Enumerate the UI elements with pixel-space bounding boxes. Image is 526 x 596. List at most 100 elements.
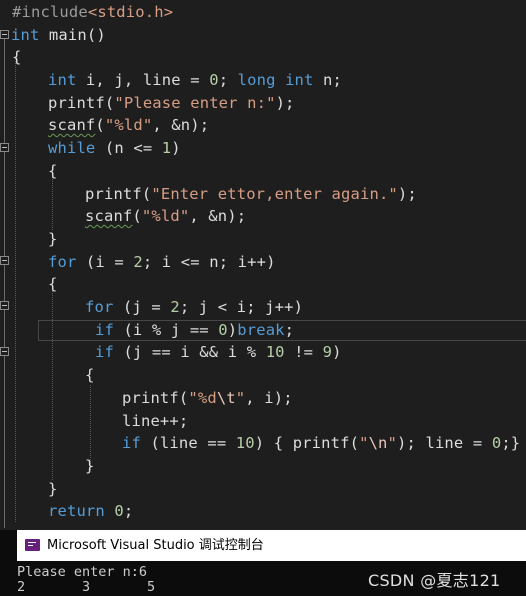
- code-token: ; j < i; j++): [179, 298, 304, 316]
- indent-guide: [52, 285, 53, 480]
- code-token: 10: [235, 434, 255, 452]
- code-token: 0: [491, 434, 502, 452]
- code-token: 10: [265, 343, 285, 361]
- code-token: }: [85, 457, 95, 475]
- code-line[interactable]: printf("Please enter n:");: [48, 92, 295, 114]
- code-line[interactable]: }: [48, 228, 57, 250]
- code-token: (n <=: [95, 139, 162, 157]
- code-token: "Please enter n:": [114, 94, 276, 112]
- code-token: while: [48, 139, 96, 157]
- console-titlebar[interactable]: Microsoft Visual Studio 调试控制台: [17, 530, 526, 561]
- code-editor[interactable]: #include<stdio.h> int main() { int i, j,…: [0, 0, 526, 530]
- fold-toggle-if[interactable]: [0, 347, 9, 356]
- code-token: if: [122, 434, 141, 452]
- code-line[interactable]: int main(): [11, 24, 106, 46]
- code-token: int: [48, 71, 77, 89]
- code-line[interactable]: for (i = 2; i <= n; i++): [48, 251, 276, 273]
- code-line[interactable]: while (n <= 1): [48, 137, 181, 159]
- code-token: ": [359, 434, 369, 452]
- code-token: int: [285, 71, 314, 89]
- code-token: }: [48, 480, 58, 498]
- outline-rail: [4, 38, 5, 528]
- code-line[interactable]: #include<stdio.h>: [12, 1, 173, 23]
- code-token: ;: [218, 71, 238, 89]
- code-line[interactable]: {: [48, 273, 57, 295]
- code-line[interactable]: }: [85, 455, 94, 477]
- code-line[interactable]: printf("%d\t", i);: [122, 387, 293, 409]
- code-token: , &n);: [152, 116, 210, 134]
- code-token: (: [95, 116, 105, 134]
- code-token: {: [48, 275, 58, 293]
- code-token: ;: [123, 502, 134, 520]
- code-token: #include: [12, 3, 88, 21]
- code-token: (i =: [76, 253, 134, 271]
- fold-toggle-while[interactable]: [0, 143, 9, 152]
- console-app-icon: [25, 539, 40, 551]
- code-line[interactable]: line++;: [122, 410, 188, 432]
- code-token: 1: [161, 139, 172, 157]
- code-token: scanf: [48, 116, 96, 134]
- code-line[interactable]: return 0;: [48, 500, 133, 522]
- code-token: {: [48, 162, 58, 180]
- code-token: if: [95, 343, 114, 361]
- code-token: (j == i && i %: [113, 343, 266, 361]
- code-token: "%ld": [104, 116, 153, 134]
- code-token: ): [171, 139, 181, 157]
- code-line[interactable]: int i, j, line = 0; long int n;: [48, 69, 342, 91]
- indent-guide: [15, 58, 16, 522]
- code-token: break: [237, 321, 285, 339]
- code-token: 2: [170, 298, 180, 316]
- fold-toggle-for-inner[interactable]: [0, 301, 9, 310]
- code-line[interactable]: scanf("%ld", &n);: [85, 205, 246, 227]
- code-token: ;: [284, 321, 295, 339]
- code-token: ": [387, 434, 398, 452]
- code-token: ; i <= n; i++): [142, 253, 276, 271]
- code-line[interactable]: {: [12, 46, 21, 68]
- code-token: ); line =: [397, 434, 492, 452]
- code-line[interactable]: printf("Enter ettor,enter again.");: [85, 183, 417, 205]
- code-line[interactable]: {: [85, 364, 94, 386]
- code-token: n;: [313, 71, 342, 89]
- code-token: \t: [216, 389, 236, 407]
- code-token: 2: [133, 253, 143, 271]
- code-token: <stdio.h>: [87, 3, 174, 21]
- console-output-line: 2 3 5: [17, 579, 156, 595]
- fold-toggle-for-outer[interactable]: [0, 256, 9, 265]
- code-token: line++;: [122, 412, 189, 430]
- code-token: , &n);: [189, 207, 247, 225]
- code-token: {: [12, 48, 22, 66]
- code-token: "%d: [188, 389, 217, 407]
- fold-toggle-main[interactable]: [0, 30, 9, 39]
- code-token: "%ld": [141, 207, 190, 225]
- code-token: !=: [284, 343, 323, 361]
- code-token: int: [11, 26, 40, 44]
- code-line[interactable]: }: [48, 478, 57, 500]
- code-line[interactable]: if (j == i && i % 10 != 9): [95, 341, 342, 363]
- code-token: i, j, line =: [76, 71, 210, 89]
- code-token: long: [237, 71, 276, 89]
- code-token: ) { printf(: [254, 434, 360, 452]
- code-token: }: [48, 230, 58, 248]
- code-line[interactable]: for (j = 2; j < i; j++): [85, 296, 303, 318]
- code-token: {: [85, 366, 95, 384]
- console-title: Microsoft Visual Studio 调试控制台: [47, 538, 264, 553]
- code-token: printf(: [85, 185, 152, 203]
- code-line[interactable]: if (line == 10) { printf("\n"); line = 0…: [122, 432, 520, 454]
- code-token: for: [85, 298, 114, 316]
- code-token: ): [332, 343, 342, 361]
- code-token: 0: [209, 71, 219, 89]
- code-token: , i);: [245, 389, 293, 407]
- code-token: printf(: [122, 389, 189, 407]
- code-token: ;}: [501, 434, 521, 452]
- code-token: printf(: [48, 94, 115, 112]
- code-token: if: [95, 321, 114, 339]
- code-token: (: [132, 207, 142, 225]
- code-token: 0: [114, 502, 124, 520]
- code-line[interactable]: scanf("%ld", &n);: [48, 114, 209, 136]
- code-token: ": [235, 389, 246, 407]
- code-line[interactable]: if (i % j == 0)break;: [95, 319, 294, 341]
- code-line[interactable]: {: [48, 160, 57, 182]
- code-token: (i % j ==: [113, 321, 219, 339]
